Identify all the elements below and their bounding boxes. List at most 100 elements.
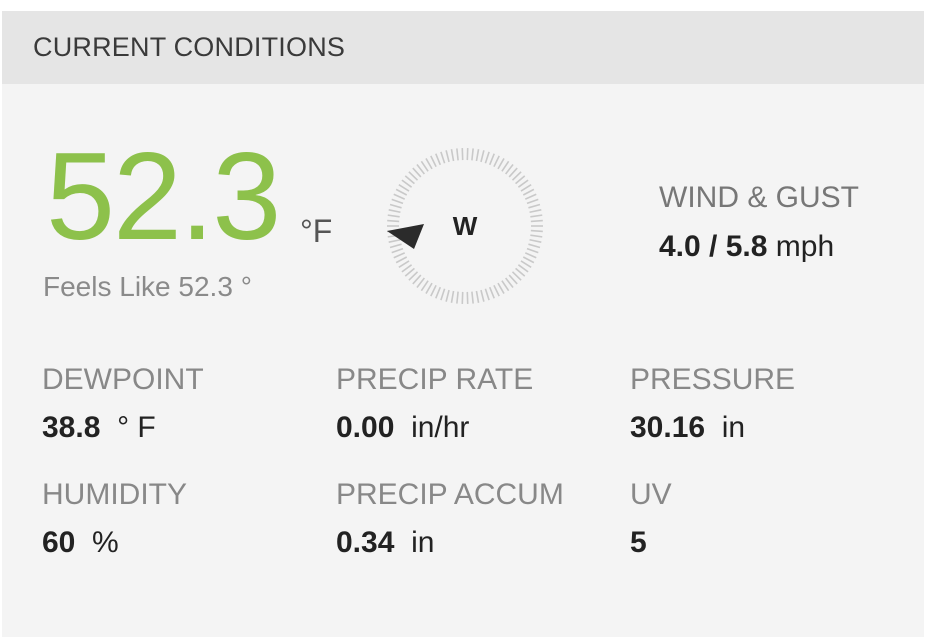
compass-tick <box>480 289 485 302</box>
compass-tick <box>445 150 450 163</box>
compass-tick <box>408 271 419 281</box>
compass-tick <box>425 158 433 170</box>
compass-tick <box>388 209 401 214</box>
dewpoint-label: DEWPOINT <box>42 363 204 396</box>
compass-tick <box>435 153 442 166</box>
compass-tick <box>456 291 459 304</box>
compass-tick <box>440 151 446 164</box>
compass-tick <box>493 155 500 168</box>
humidity-number: 60 <box>42 526 76 559</box>
dewpoint-value: 38.8 ° F <box>42 411 156 445</box>
card-title: CURRENT CONDITIONS <box>33 32 346 62</box>
compass-tick <box>520 183 532 192</box>
compass-tick <box>484 288 490 301</box>
uv-number: 5 <box>630 526 647 559</box>
precip-accum-unit: in <box>411 526 435 559</box>
wind-separator: / <box>700 230 726 263</box>
compass-dial: W <box>387 148 543 304</box>
feels-like-value: 52.3 <box>178 271 233 302</box>
card-header: CURRENT CONDITIONS <box>2 11 924 84</box>
compass-tick <box>526 247 539 254</box>
compass-tick <box>488 153 495 166</box>
compass-tick <box>524 252 537 259</box>
precip-rate-label: PRECIP RATE <box>336 363 534 396</box>
compass-tick <box>430 155 437 168</box>
compass-tick <box>530 234 543 238</box>
compass-tick <box>475 290 480 303</box>
humidity-label: HUMIDITY <box>42 478 187 511</box>
uv-label: UV <box>630 478 672 511</box>
compass-tick <box>389 203 402 209</box>
precip-accum-number: 0.34 <box>336 526 395 559</box>
compass-tick <box>508 167 518 178</box>
compass-tick <box>530 229 543 233</box>
wind-gust: 5.8 <box>725 230 768 263</box>
compass-tick <box>529 238 542 243</box>
compass-tick <box>515 267 526 277</box>
wind-speed: 4.0 <box>659 230 701 263</box>
compass-tick <box>401 179 413 188</box>
compass-tick <box>529 209 542 214</box>
compass-tick <box>412 167 422 178</box>
compass-tick <box>530 214 543 218</box>
compass-tick <box>475 149 480 162</box>
compass-tick <box>398 260 410 269</box>
compass-tick <box>522 188 535 196</box>
compass-tick <box>528 203 541 209</box>
temperature-value: 52.3 <box>46 128 281 266</box>
compass-tick <box>450 290 455 303</box>
precip-rate-unit: in/hr <box>411 411 470 444</box>
precip-accum-label: PRECIP ACCUM <box>336 478 564 511</box>
compass-tick <box>497 282 505 294</box>
compass-tick <box>388 238 401 243</box>
uv-value: 5 <box>630 526 647 560</box>
compass-tick <box>395 256 408 264</box>
wind-compass: W <box>384 145 546 307</box>
compass-tick <box>395 188 408 196</box>
compass-tick <box>524 193 537 200</box>
compass-tick <box>416 164 425 175</box>
compass-tick <box>471 291 474 304</box>
compass-tick <box>387 214 400 218</box>
compass-tick <box>520 260 532 269</box>
precip-rate-value: 0.00 in/hr <box>336 411 469 445</box>
compass-tick <box>511 171 522 181</box>
precip-accum-value: 0.34 in <box>336 526 434 560</box>
wind-gust-values: 4.0 / 5.8 mph <box>659 230 834 264</box>
compass-tick <box>511 271 522 281</box>
pressure-label: PRESSURE <box>630 363 796 396</box>
compass-tick <box>430 284 437 297</box>
compass-tick <box>530 219 543 223</box>
compass-tick <box>505 277 514 288</box>
compass-tick <box>471 148 474 161</box>
compass-tick <box>501 160 510 172</box>
dewpoint-number: 38.8 <box>42 411 101 444</box>
wind-unit: mph <box>775 230 835 263</box>
current-conditions-card: CURRENT CONDITIONS 52.3 °F Feels Like 52… <box>2 11 924 637</box>
wind-gust-label: WIND & GUST <box>659 181 859 214</box>
compass-tick <box>425 282 433 294</box>
compass-tick <box>404 175 415 185</box>
compass-tick <box>505 164 514 175</box>
compass-tick <box>420 280 429 292</box>
compass-tick <box>488 286 495 299</box>
pressure-value: 30.16 in <box>630 411 745 445</box>
compass-tick <box>391 198 404 205</box>
pressure-number: 30.16 <box>630 411 706 444</box>
compass-tick <box>393 252 406 259</box>
feels-like-label: Feels Like <box>43 271 171 302</box>
compass-tick <box>517 179 529 188</box>
compass-tick <box>435 286 442 299</box>
compass-tick <box>456 148 459 161</box>
compass-tick <box>420 160 429 172</box>
compass-tick <box>508 274 518 285</box>
compass-tick <box>501 280 510 292</box>
compass-tick <box>445 289 450 302</box>
compass-direction-label: W <box>453 211 478 241</box>
compass-tick <box>416 277 425 288</box>
compass-tick <box>493 284 500 297</box>
compass-tick <box>391 247 404 254</box>
compass-tick <box>398 183 410 192</box>
compass-tick <box>387 219 400 223</box>
compass-tick <box>450 149 455 162</box>
